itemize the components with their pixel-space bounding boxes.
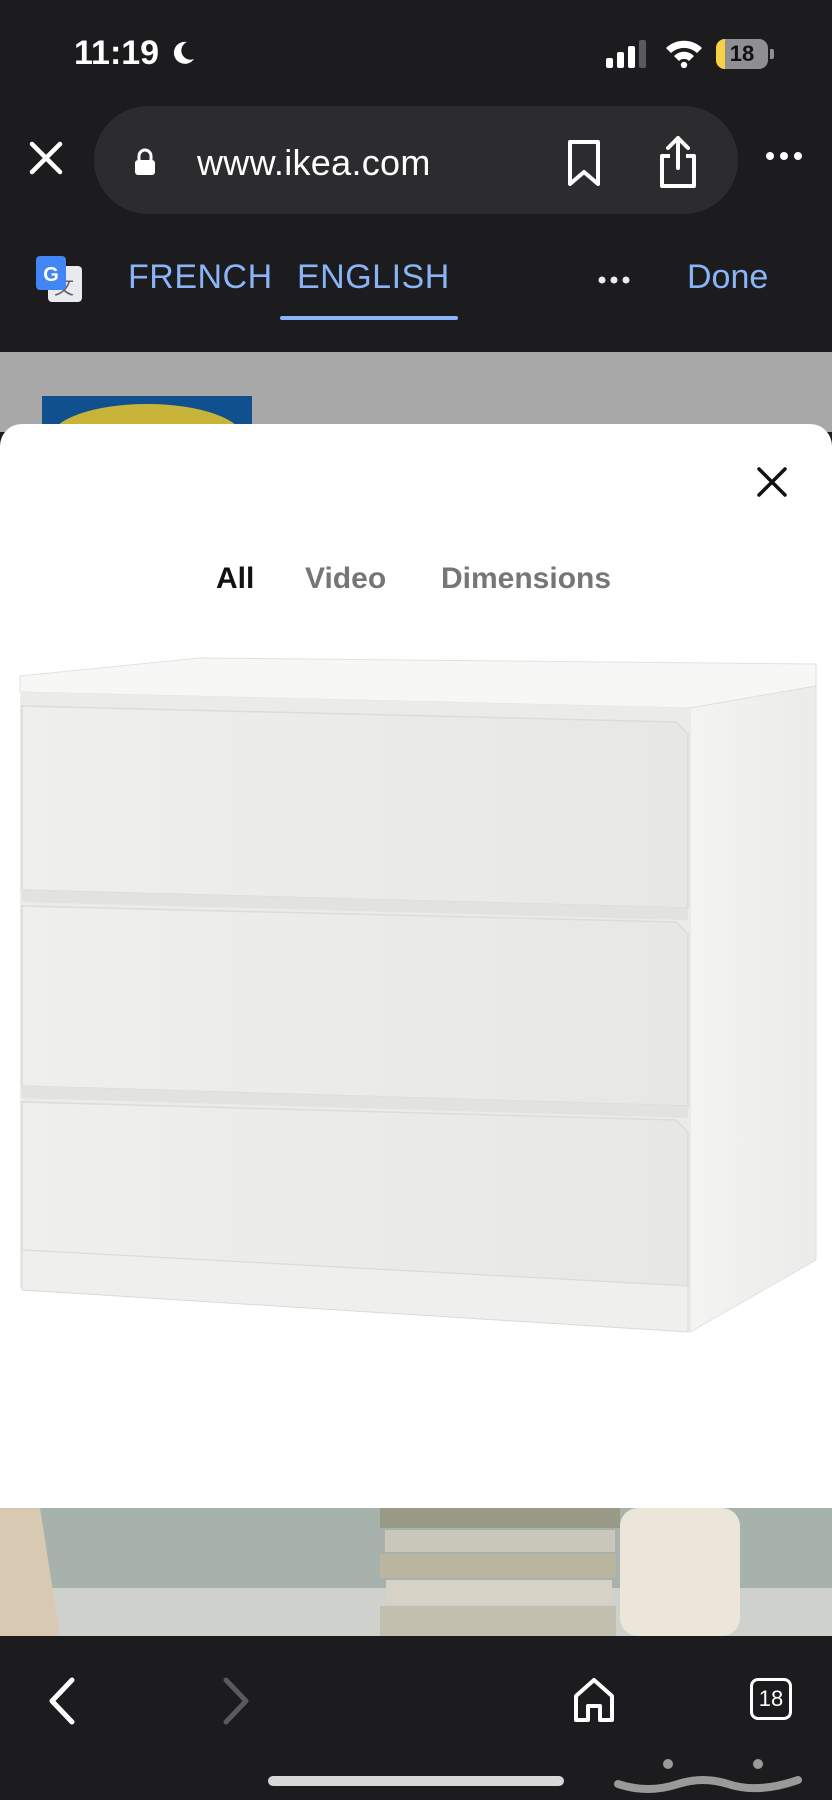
- browser-bottom-nav: 18: [0, 1636, 832, 1800]
- forward-icon[interactable]: [220, 1676, 254, 1726]
- cellular-signal-icon: [606, 40, 646, 68]
- home-icon[interactable]: [572, 1676, 616, 1724]
- url-text[interactable]: www.ikea.com: [197, 142, 431, 184]
- haraj-watermark-logo: [614, 1759, 802, 1793]
- lang-french[interactable]: FRENCH: [128, 258, 273, 297]
- tab-video[interactable]: Video: [305, 562, 386, 596]
- battery-cap: [770, 49, 774, 59]
- home-indicator[interactable]: [268, 1776, 564, 1786]
- lang-english[interactable]: ENGLISH: [297, 258, 450, 297]
- close-icon[interactable]: [754, 464, 790, 500]
- share-icon[interactable]: [656, 134, 700, 190]
- tab-dimensions[interactable]: Dimensions: [441, 562, 611, 596]
- browser-toolbar: www.ikea.com: [0, 100, 832, 220]
- wifi-icon: [666, 40, 702, 68]
- product-image[interactable]: [0, 650, 832, 1450]
- more-icon[interactable]: [764, 150, 804, 162]
- tabs-icon[interactable]: 18: [750, 1678, 792, 1720]
- back-icon[interactable]: [44, 1676, 78, 1726]
- status-bar: 11:19 18: [0, 0, 832, 100]
- status-time: 11:19: [74, 34, 160, 72]
- secondary-product-photo[interactable]: [0, 1508, 832, 1636]
- svg-text:G: G: [43, 264, 59, 286]
- background-page: [0, 352, 832, 432]
- google-translate-icon[interactable]: 文 G: [34, 254, 84, 304]
- lock-icon: [135, 148, 155, 175]
- media-tabs: All Video Dimensions: [0, 562, 832, 602]
- done-button[interactable]: Done: [687, 258, 768, 297]
- battery-body: 18: [716, 39, 768, 69]
- moon-icon: [173, 41, 194, 64]
- address-bar[interactable]: www.ikea.com: [94, 106, 738, 214]
- selected-language-indicator: [280, 316, 458, 320]
- tab-count: 18: [758, 1686, 784, 1711]
- bookmark-icon[interactable]: [564, 138, 604, 188]
- more-icon[interactable]: [598, 276, 630, 284]
- media-sheet: All Video Dimensions: [0, 424, 832, 1636]
- close-icon[interactable]: [26, 138, 66, 178]
- translate-bar: 文 G FRENCH ENGLISH Done: [0, 220, 832, 320]
- tab-all[interactable]: All: [216, 562, 254, 596]
- battery-icon: 18: [716, 39, 774, 69]
- battery-level: 18: [729, 41, 755, 66]
